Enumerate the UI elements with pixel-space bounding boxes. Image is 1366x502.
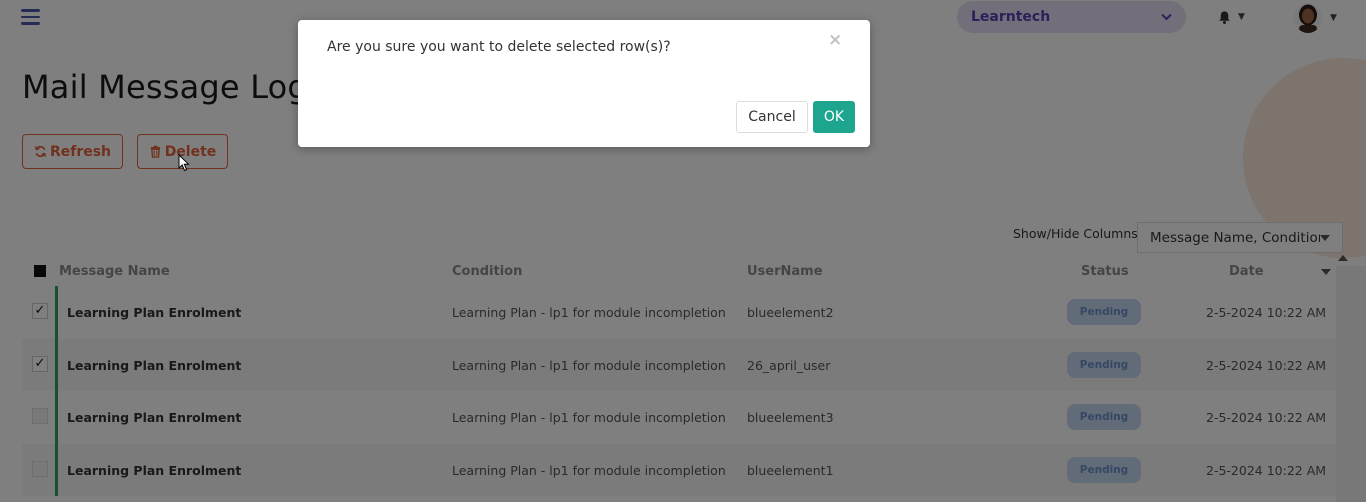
mouse-cursor-icon xyxy=(178,154,190,172)
confirm-message: Are you sure you want to delete selected… xyxy=(327,39,671,55)
cancel-button[interactable]: Cancel xyxy=(736,101,808,133)
confirm-delete-dialog: Are you sure you want to delete selected… xyxy=(298,20,870,147)
mail-message-logs-page: Learntech ▼ ▼ Mail Message Logs Refresh … xyxy=(0,0,1366,502)
ok-button[interactable]: OK xyxy=(813,101,855,133)
close-icon[interactable]: × xyxy=(828,30,842,50)
